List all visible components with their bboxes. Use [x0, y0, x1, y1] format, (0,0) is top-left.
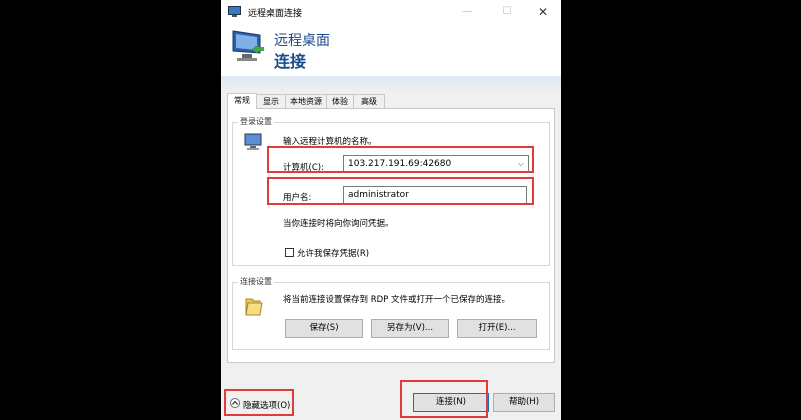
tab-advanced[interactable]: 高级 — [353, 94, 385, 108]
highlight-connect-button — [400, 380, 488, 418]
conn-description: 将当前连接设置保存到 RDP 文件或打开一个已保存的连接。 — [283, 295, 510, 305]
save-button[interactable]: 保存(S) — [285, 319, 363, 338]
header-banner: 远程桌面 连接 — [221, 24, 561, 94]
help-button[interactable]: 帮助(H) — [493, 393, 555, 412]
banner-line2: 连接 — [274, 52, 307, 71]
tab-local-resources[interactable]: 本地资源 — [285, 94, 327, 108]
open-button[interactable]: 打开(E)... — [457, 319, 537, 338]
credential-note: 当你连接时将向你询问凭据。 — [283, 219, 394, 229]
window-title: 远程桌面连接 — [248, 9, 303, 19]
save-credentials-label[interactable]: 允许我保存凭据(R) — [297, 247, 369, 259]
title-bar[interactable]: 远程桌面连接 — ☐ ✕ — [221, 0, 561, 24]
save-credentials-checkbox[interactable] — [285, 248, 294, 257]
banner-line1: 远程桌面 — [274, 33, 330, 49]
save-as-button[interactable]: 另存为(V)... — [371, 319, 449, 338]
rdp-app-icon — [228, 6, 241, 17]
highlight-hide-options — [224, 389, 294, 416]
rdp-window: 远程桌面连接 — ☐ ✕ 远程桌面 连接 常规 显示 本地资源 体验 高级 登录… — [221, 0, 561, 420]
connection-settings-group: 连接设置 将当前连接设置保存到 RDP 文件或打开一个已保存的连接。 保存(S)… — [232, 276, 550, 350]
conn-group-title: 连接设置 — [238, 276, 274, 287]
tab-experience[interactable]: 体验 — [326, 94, 354, 108]
tab-general[interactable]: 常规 — [227, 93, 257, 109]
login-group-title: 登录设置 — [238, 116, 274, 127]
maximize-button[interactable]: ☐ — [489, 0, 525, 24]
tab-display[interactable]: 显示 — [256, 94, 286, 108]
minimize-button[interactable]: — — [449, 0, 485, 24]
banner-gradient — [221, 76, 561, 94]
folder-icon — [245, 298, 263, 316]
computer-icon — [244, 133, 262, 150]
highlight-computer-field — [267, 146, 534, 173]
remote-desktop-monitor-icon — [232, 30, 264, 61]
highlight-username-field — [267, 177, 534, 205]
close-button[interactable]: ✕ — [525, 0, 561, 24]
